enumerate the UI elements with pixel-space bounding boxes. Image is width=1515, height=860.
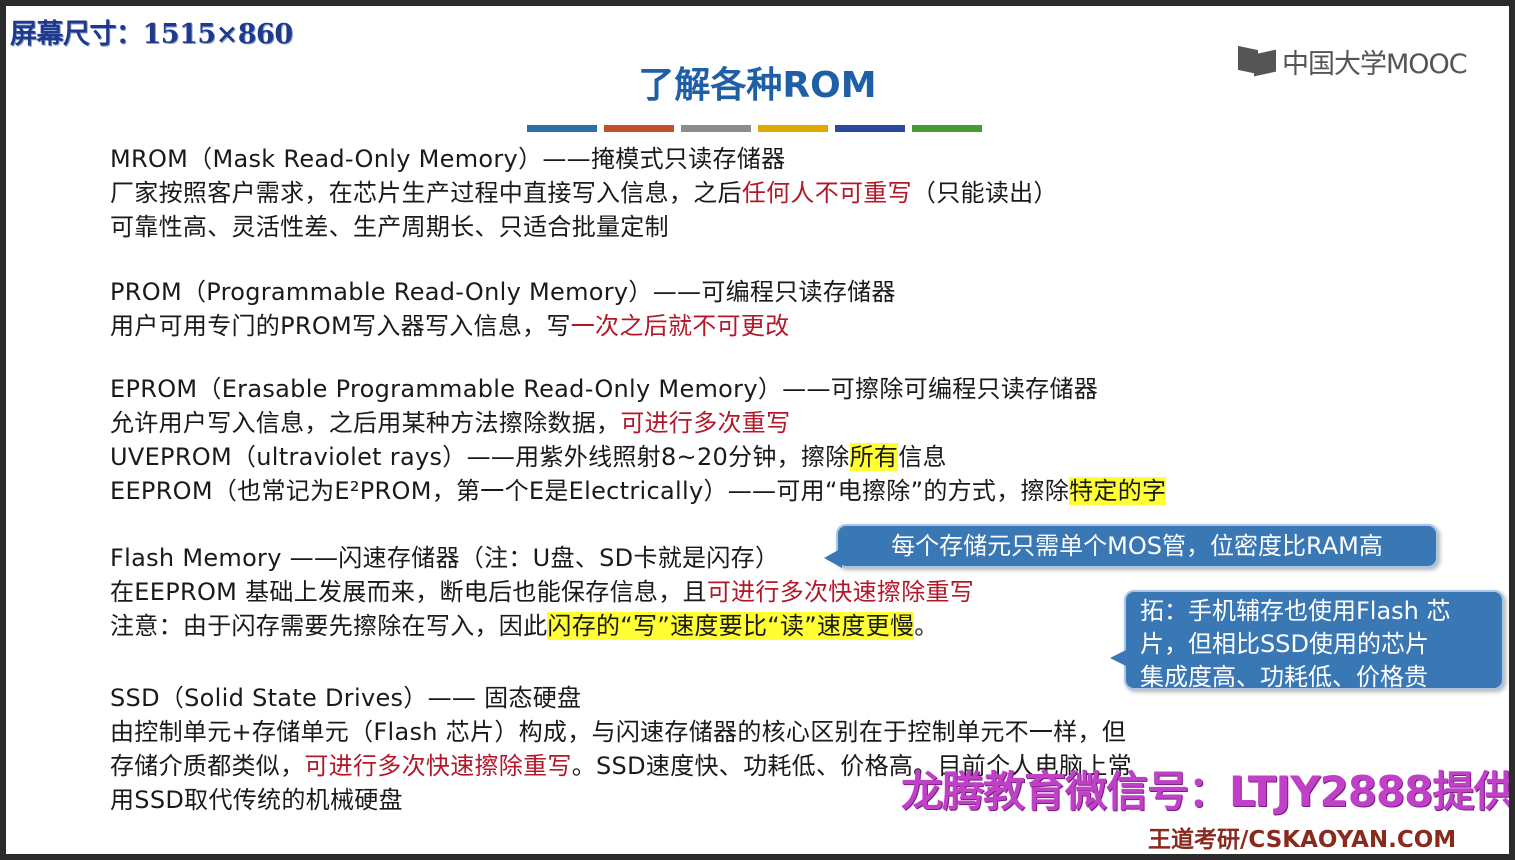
color-bar-segment — [835, 125, 905, 132]
ssd-line-3: 用SSD取代传统的机械硬盘 — [110, 786, 403, 814]
slide: 中国大学MOOC 了解各种ROM MROM（Mask Read-Only Mem… — [6, 6, 1509, 854]
mrom-line-1-a: 厂家按照客户需求，在芯片生产过程中直接写入信息，之后 — [110, 179, 742, 207]
prom-heading: PROM（Programmable Read-Only Memory）——可编程… — [110, 278, 896, 306]
mos-callout: 每个存储元只需单个MOS管，位密度比RAM高 — [824, 524, 1438, 568]
uveprom-line-highlight: 所有 — [849, 443, 899, 471]
extension-callout-line-2: 片，但相比SSD使用的芯片 — [1140, 630, 1429, 658]
extension-callout: 拓：手机辅存也使用Flash 芯 片，但相比SSD使用的芯片 集成度高、功耗低、… — [1110, 590, 1504, 691]
ssd-line-1: 由控制单元+存储单元（Flash 芯片）构成，与闪速存储器的核心区别在于控制单元… — [110, 718, 1127, 746]
flash-line-2-c: 。 — [914, 612, 939, 640]
eprom-line-1-a: 允许用户写入信息，之后用某种方法擦除数据， — [110, 409, 621, 437]
prom-line-1-emphasis: 一次之后就不可更改 — [570, 312, 790, 340]
flash-line-2: 注意：由于闪存需要先擦除在写入，因此闪存的“写”速度要比“读”速度更慢。 — [110, 611, 939, 641]
prom-line-1-a: 用户可用专门的PROM写入器写入信息，写 — [110, 312, 571, 340]
ssd-heading: SSD（Solid State Drives）—— 固态硬盘 — [110, 684, 582, 712]
eprom-line-1: 允许用户写入信息，之后用某种方法擦除数据，可进行多次重写 — [110, 408, 790, 438]
flash-line-1: 在EEPROM 基础上发展而来，断电后也能保存信息，且可进行多次快速擦除重写 — [110, 577, 974, 607]
flash-line-1-emphasis: 可进行多次快速擦除重写 — [706, 578, 975, 606]
callout-pointer — [1110, 650, 1126, 666]
extension-callout-line-1: 拓：手机辅存也使用Flash 芯 — [1140, 597, 1451, 625]
eeprom-line-a: EEPROM（也常记为E²PROM，第一个E是Electrically）——可用… — [110, 477, 1070, 505]
color-bar-segment — [604, 125, 674, 132]
mrom-heading: MROM（Mask Read-Only Memory）——掩模式只读存储器 — [110, 145, 786, 173]
ssd-line-2-emphasis: 可进行多次快速擦除重写 — [304, 752, 572, 780]
color-bar-segment — [912, 125, 982, 132]
mrom-line-1-c: （只能读出） — [911, 179, 1058, 207]
mrom-line-2: 可靠性高、灵活性差、生产周期长、只适合批量定制 — [110, 213, 669, 241]
color-bar-segment — [527, 125, 597, 132]
uveprom-line: UVEPROM（ultraviolet rays）——用紫外线照射8~20分钟，… — [110, 442, 947, 472]
flash-heading: Flash Memory ——闪速存储器（注：U盘、SD卡就是闪存） — [110, 544, 780, 572]
color-bar-segment — [758, 125, 828, 132]
flash-line-2-highlight: 闪存的“写”速度要比“读”速度更慢 — [547, 612, 915, 640]
eeprom-line: EEPROM（也常记为E²PROM，第一个E是Electrically）——可用… — [110, 476, 1167, 506]
mos-callout-text: 每个存储元只需单个MOS管，位密度比RAM高 — [891, 532, 1383, 560]
ssd-line-2-a: 存储介质都类似， — [110, 752, 305, 780]
flash-line-1-a: 在EEPROM 基础上发展而来，断电后也能保存信息，且 — [110, 578, 707, 606]
mrom-line-1: 厂家按照客户需求，在芯片生产过程中直接写入信息，之后任何人不可重写（只能读出） — [110, 178, 1058, 208]
prom-line-1: 用户可用专门的PROM写入器写入信息，写一次之后就不可更改 — [110, 311, 789, 341]
slide-title: 了解各种ROM — [638, 65, 877, 106]
flash-line-2-a: 注意：由于闪存需要先擦除在写入，因此 — [110, 612, 548, 640]
extension-callout-line-3: 集成度高、功耗低、价格贵 — [1140, 663, 1428, 691]
uveprom-line-c: 信息 — [898, 443, 947, 471]
screen-size-label: 屏幕尺寸：1515×860 — [10, 19, 293, 50]
watermark-text: 龙腾教育微信号：LTJY2888提供 — [901, 767, 1509, 816]
callout-pointer — [824, 548, 842, 568]
mrom-line-1-emphasis: 任何人不可重写 — [741, 179, 912, 207]
eeprom-line-highlight: 特定的字 — [1069, 477, 1167, 505]
eprom-heading: EPROM（Erasable Programmable Read-Only Me… — [110, 375, 1099, 403]
footer-text: 王道考研/CSKAOYAN.COM — [1148, 827, 1457, 853]
title-color-bar — [527, 125, 989, 132]
uveprom-line-a: UVEPROM（ultraviolet rays）——用紫外线照射8~20分钟，… — [110, 443, 850, 471]
eprom-line-1-emphasis: 可进行多次重写 — [620, 409, 791, 437]
color-bar-segment — [681, 125, 751, 132]
